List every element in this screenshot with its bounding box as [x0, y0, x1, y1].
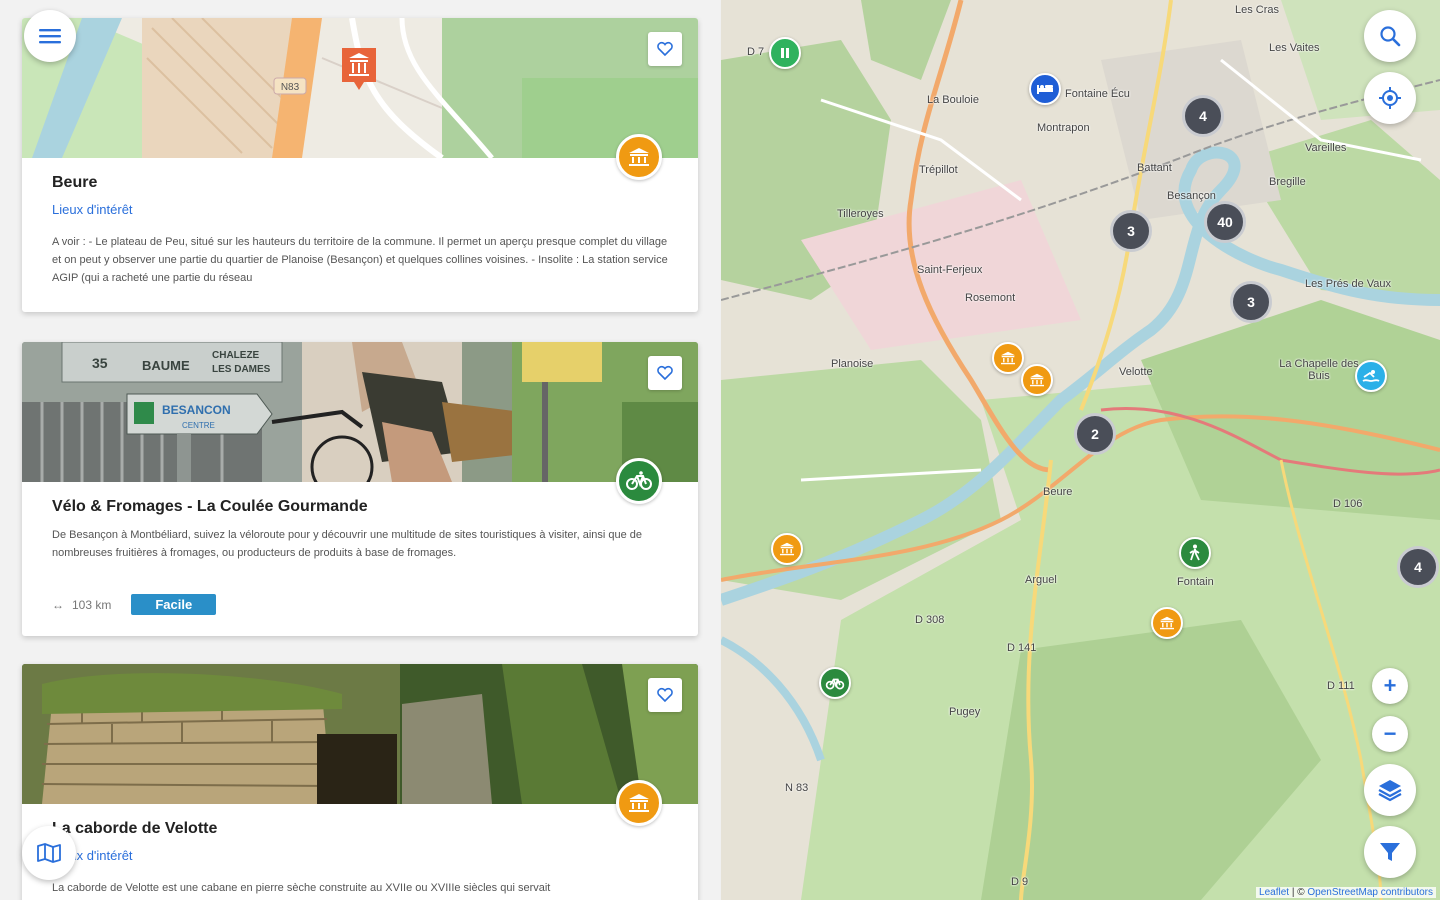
map-label: La Bouloie [927, 94, 979, 106]
map-label: Planoise [831, 358, 874, 370]
map-label: Beure [1043, 486, 1073, 498]
map-label: Bregille [1269, 176, 1306, 188]
sign-text: LES DAMES [212, 364, 271, 375]
map-label: Vareilles [1305, 142, 1347, 154]
attribution-separator: | © [1289, 887, 1308, 898]
map-label: Pugey [949, 706, 981, 718]
map-label: Fontain [1177, 576, 1214, 588]
map-label: Les Prés de Vaux [1305, 278, 1392, 290]
search-icon [1380, 26, 1401, 47]
trip-meta: ↔ 103 km Facile [52, 594, 668, 615]
cluster-marker[interactable]: 3 [1230, 281, 1272, 323]
bicycle-icon[interactable] [819, 667, 851, 699]
sign-text: CHALEZE [212, 350, 260, 361]
hamburger-icon [39, 29, 61, 44]
swimming-icon[interactable] [1355, 360, 1387, 392]
distance: 103 km [72, 597, 112, 612]
map-label: Battant [1137, 162, 1172, 174]
sign-text: BAUME [142, 358, 190, 373]
cluster-marker[interactable]: 4 [1397, 546, 1439, 588]
map-label: La Chapelle des Buis [1279, 358, 1359, 382]
map-label: D 106 [1333, 498, 1363, 510]
map-view[interactable]: Les Cras Les Vaites La Bouloie Fontaine … [721, 0, 1440, 900]
result-card-velo-fromages[interactable]: 35 BAUME CHALEZE LES DAMES BESANCON CENT… [22, 342, 698, 636]
sign-text: BESANCON [162, 403, 231, 417]
card-image: 35 BAUME CHALEZE LES DAMES BESANCON CENT… [22, 342, 698, 482]
zoom-in-button[interactable]: + [1372, 668, 1408, 704]
filter-button[interactable] [1364, 826, 1416, 878]
map-label: D 141 [1007, 642, 1037, 654]
road-label: N83 [281, 82, 300, 93]
card-title: La caborde de Velotte [52, 820, 218, 837]
card-category[interactable]: Lieux d'intérêt [52, 202, 668, 217]
card-image [22, 664, 698, 804]
menu-button[interactable] [24, 10, 76, 62]
cluster-marker[interactable]: 2 [1074, 413, 1116, 455]
map-label: Rosemont [965, 292, 1016, 304]
result-card-beure[interactable]: N83 Beure Lieux d'intérêt A voir : - Le … [22, 18, 698, 312]
museum-icon[interactable] [771, 533, 803, 565]
card-description: A voir : - Le plateau de Peu, situé sur … [52, 236, 668, 284]
favorite-button[interactable] [648, 356, 682, 390]
layers-icon [1378, 780, 1402, 802]
card-title: Vélo & Fromages - La Coulée Gourmande [52, 498, 368, 515]
map-label: Montrapon [1037, 122, 1090, 134]
parking-icon[interactable] [769, 37, 801, 69]
sign-number: 35 [92, 355, 108, 371]
map-label: D 9 [1011, 876, 1029, 888]
cluster-marker[interactable]: 40 [1204, 201, 1246, 243]
map-label: D 308 [915, 614, 945, 626]
map-label: Les Vaites [1269, 42, 1320, 54]
museum-icon[interactable] [992, 342, 1024, 374]
map-label: Velotte [1119, 366, 1153, 378]
map-label: Fontaine Écu [1065, 88, 1130, 100]
card-description: La caborde de Velotte est une cabane en … [52, 882, 551, 894]
crosshair-icon [1379, 87, 1401, 109]
museum-icon [616, 780, 662, 826]
results-list: N83 Beure Lieux d'intérêt A voir : - Le … [0, 0, 720, 900]
distance-icon: ↔ [52, 597, 64, 612]
favorite-button[interactable] [648, 32, 682, 66]
osm-link[interactable]: OpenStreetMap contributors [1307, 887, 1433, 898]
sign-text: CENTRE [182, 421, 215, 430]
leaflet-link[interactable]: Leaflet [1259, 887, 1289, 898]
cluster-marker[interactable]: 4 [1182, 95, 1224, 137]
filter-icon [1380, 843, 1400, 861]
cluster-marker[interactable]: 3 [1110, 210, 1152, 252]
card-image: N83 [22, 18, 698, 158]
museum-icon [616, 134, 662, 180]
result-card-caborde-velotte[interactable]: La caborde de Velotte Lieux d'intérêt La… [22, 664, 698, 900]
heart-icon [657, 365, 673, 381]
hiking-icon[interactable] [1179, 537, 1211, 569]
map-attribution: Leaflet | © OpenStreetMap contributors [1256, 887, 1436, 898]
card-description: De Besançon à Montbéliard, suivez la vél… [52, 529, 643, 559]
favorite-button[interactable] [648, 678, 682, 712]
map-label: N 83 [785, 782, 809, 794]
map-icon [37, 843, 61, 863]
bicycle-icon [616, 458, 662, 504]
map-label: Besançon [1167, 190, 1216, 202]
map-label: Saint-Ferjeux [917, 264, 983, 276]
map-label: Trépillot [919, 164, 958, 176]
card-title: Beure [52, 174, 98, 191]
locate-button[interactable] [1364, 72, 1416, 124]
card-category[interactable]: Lieux d'intérêt [52, 848, 668, 863]
map-label: D 111 [1327, 680, 1355, 692]
bed-icon[interactable] [1029, 73, 1061, 105]
zoom-out-button[interactable]: − [1372, 716, 1408, 752]
difficulty-badge: Facile [131, 594, 217, 615]
map-label: Arguel [1025, 574, 1057, 586]
heart-icon [657, 41, 673, 57]
map-label: Les Cras [1235, 4, 1280, 16]
heart-icon [657, 687, 673, 703]
museum-icon[interactable] [1021, 364, 1053, 396]
search-button[interactable] [1364, 10, 1416, 62]
map-label: D 7 [747, 46, 765, 58]
map-label: Tilleroyes [837, 208, 884, 220]
map-view-button[interactable] [22, 826, 76, 880]
museum-icon[interactable] [1151, 607, 1183, 639]
layers-button[interactable] [1364, 764, 1416, 816]
